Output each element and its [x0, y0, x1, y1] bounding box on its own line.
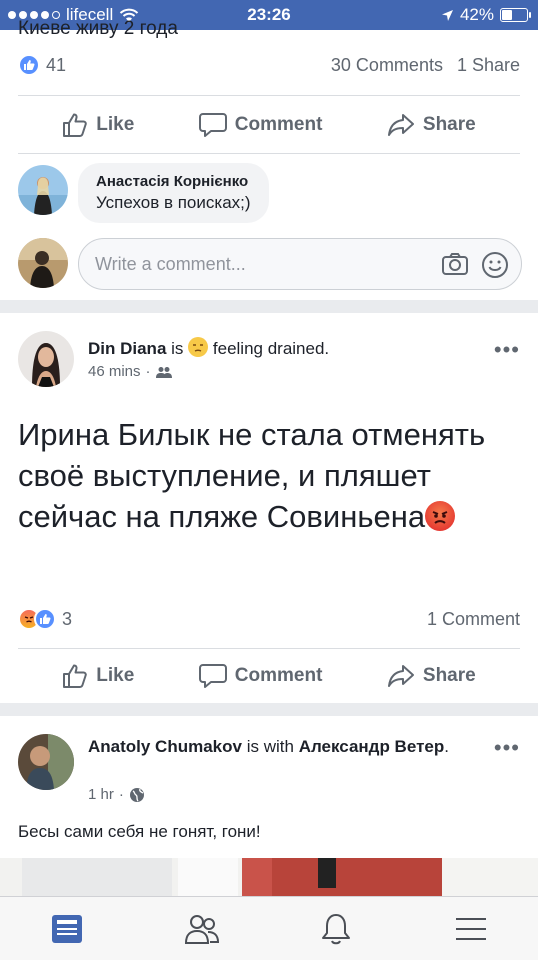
post-text-cut: Киеве живу 2 года: [18, 18, 178, 39]
more-options-button[interactable]: •••: [494, 737, 520, 759]
post-photo[interactable]: [0, 858, 538, 896]
write-comment-input[interactable]: [95, 251, 415, 277]
tab-news-feed[interactable]: [37, 897, 97, 960]
post-header: Anatoly Chumakov is with Александр Ветер…: [88, 735, 488, 759]
my-avatar: [18, 238, 68, 288]
tagged-friend[interactable]: Александр Ветер: [299, 737, 445, 756]
post-card: Киеве живу 2 года 41 30 Comments 1 Share…: [0, 18, 538, 300]
like-reaction-icon: [18, 54, 40, 76]
post-actions: Like Comment Share: [0, 663, 538, 689]
globe-icon: [129, 787, 144, 802]
more-options-button[interactable]: •••: [494, 339, 520, 361]
author-avatar[interactable]: [18, 734, 74, 790]
share-label: Share: [422, 114, 476, 135]
post-header: Din Diana is feeling drained.: [88, 337, 329, 359]
shares-count-link[interactable]: 1 Share: [457, 55, 520, 76]
comment-label: Comment: [234, 665, 323, 686]
friends-icon: [184, 914, 219, 944]
commenter-avatar[interactable]: [18, 165, 68, 215]
divider: [18, 95, 520, 96]
divider: [18, 648, 520, 649]
battery-fill: [502, 10, 512, 20]
is-text: is: [171, 339, 184, 358]
post-body-text: Бесы сами себя не гонят, гони!: [18, 822, 261, 841]
write-comment-box[interactable]: [78, 238, 522, 290]
location-arrow-icon: [441, 9, 453, 21]
comment-icon: [198, 113, 227, 137]
post-card: Din Diana is feeling drained. 46 mins · …: [0, 313, 538, 703]
notifications-icon: [322, 913, 351, 944]
like-button[interactable]: Like: [62, 663, 134, 689]
share-button[interactable]: Share: [387, 112, 476, 138]
thumbs-up-icon: [63, 113, 88, 137]
reaction-count[interactable]: 3: [62, 609, 72, 630]
like-label: Like: [96, 665, 135, 686]
comments-count-link[interactable]: 30 Comments: [331, 55, 443, 76]
divider: [18, 153, 520, 154]
battery-percent: 42%: [459, 5, 494, 24]
meta-separator: ·: [145, 363, 151, 380]
post-actions: Like Comment Share: [0, 112, 538, 138]
feeling-drained-emoji: [188, 337, 209, 357]
friends-audience-icon: [155, 366, 172, 378]
like-label: Like: [96, 114, 135, 135]
post-time[interactable]: 46 mins: [88, 363, 141, 380]
feeling-text: feeling drained.: [212, 339, 330, 358]
comments-count-link[interactable]: 1 Comment: [427, 609, 520, 630]
like-button[interactable]: Like: [62, 112, 134, 138]
tab-bar: [0, 896, 538, 960]
menu-icon: [455, 917, 486, 940]
camera-icon[interactable]: [441, 251, 469, 277]
post-meta: 46 mins ·: [88, 363, 172, 380]
share-button[interactable]: Share: [387, 663, 476, 689]
author-name[interactable]: Din Diana: [88, 339, 166, 358]
comment-bubble[interactable]: Анастасія Корнієнко Успехов в поисках;): [78, 163, 269, 223]
tab-menu[interactable]: [441, 897, 501, 960]
comment-button[interactable]: Comment: [198, 112, 323, 138]
comment-label: Comment: [234, 114, 323, 135]
author-avatar[interactable]: [18, 331, 74, 387]
meta-separator: ·: [118, 786, 124, 803]
news-feed-icon: [52, 914, 83, 943]
post-body-text: Ирина Билык не стала отменять своё высту…: [18, 417, 486, 534]
period: .: [444, 737, 449, 756]
share-label: Share: [422, 665, 476, 686]
with-text: is with: [246, 737, 294, 756]
comment-author[interactable]: Анастасія Корнієнко: [96, 173, 251, 190]
post-meta: 1 hr ·: [88, 786, 145, 803]
like-count[interactable]: 41: [46, 55, 66, 76]
battery-icon: [500, 8, 531, 22]
share-arrow-icon: [387, 114, 414, 136]
comment-icon: [198, 664, 227, 688]
author-name[interactable]: Anatoly Chumakov: [88, 737, 242, 756]
tab-notifications[interactable]: [306, 897, 366, 960]
post-body: Ирина Билык не стала отменять своё высту…: [18, 414, 518, 537]
like-reaction-icon: [34, 608, 56, 630]
angry-face-emoji: [425, 501, 456, 531]
post-stats: 41 30 Comments 1 Share: [18, 54, 520, 76]
share-arrow-icon: [387, 665, 414, 687]
thumbs-up-icon: [63, 664, 88, 688]
post-stats: 3 1 Comment: [18, 608, 520, 630]
tab-friends[interactable]: [172, 897, 232, 960]
post-time[interactable]: 1 hr: [88, 786, 114, 803]
comment-button[interactable]: Comment: [198, 663, 323, 689]
comment-text: Успехов в поисках;): [96, 193, 251, 212]
emoji-icon[interactable]: [481, 251, 509, 279]
